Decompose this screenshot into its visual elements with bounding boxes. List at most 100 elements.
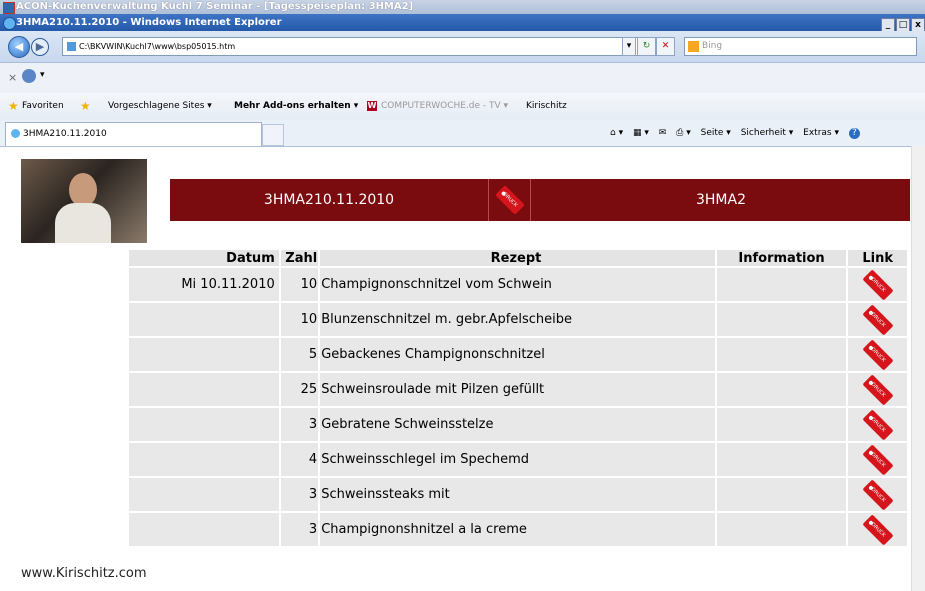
row-datum bbox=[129, 303, 279, 336]
print-tag-icon[interactable]: DRUCK bbox=[862, 268, 894, 301]
address-input[interactable]: C:\BKVWIN\Kuchl7\www\bsp05015.htm bbox=[62, 37, 664, 56]
print-tag-icon[interactable]: DRUCK bbox=[862, 373, 894, 406]
feeds-icon[interactable]: ▦ ▾ bbox=[633, 128, 649, 138]
table-row: Mi 10.11.2010 10 Champignonschnitzel vom S… bbox=[129, 268, 907, 301]
search-input[interactable]: Bing bbox=[684, 37, 917, 56]
print-tag-icon[interactable]: DRUCK bbox=[862, 408, 894, 441]
command-bar: ⌂ ▾ ▦ ▾ ✉ ⎙ ▾ Seite ▾ Sicherheit ▾ Extra… bbox=[610, 120, 867, 146]
close-toolbar-icon[interactable]: × bbox=[8, 71, 17, 84]
extras-menu[interactable]: Extras ▾ bbox=[803, 128, 839, 138]
refresh-button[interactable]: ↻ bbox=[637, 37, 656, 56]
back-button[interactable]: ◀ bbox=[8, 36, 30, 58]
row-datum bbox=[129, 338, 279, 371]
mail-icon[interactable]: ✉ bbox=[659, 128, 667, 138]
row-zahl: 25 bbox=[280, 373, 319, 406]
row-zahl: 3 bbox=[280, 408, 319, 441]
kirischitz-link[interactable]: Kirischitz bbox=[526, 93, 567, 120]
get-addons-link[interactable]: Mehr Add-ons erhalten ▾ bbox=[234, 93, 358, 120]
table-row: 3 Schweinssteaks mit DRUCK bbox=[129, 478, 907, 511]
row-information bbox=[716, 408, 847, 441]
plan-title: 3HMA210.11.2010 bbox=[263, 192, 395, 208]
vertical-scrollbar[interactable] bbox=[911, 146, 925, 591]
table-row: 3 Gebratene Schweinsstelze DRUCK bbox=[129, 408, 907, 441]
ie-tab-icon bbox=[11, 129, 20, 138]
print-tag-icon[interactable]: DRUCK bbox=[862, 338, 894, 371]
row-link-cell: DRUCK bbox=[848, 478, 907, 511]
row-rezept: Champignonschnitzel vom Schwein bbox=[320, 268, 715, 301]
stop-button[interactable]: ✕ bbox=[656, 37, 675, 56]
row-information bbox=[716, 373, 847, 406]
row-zahl: 4 bbox=[280, 443, 319, 476]
row-information bbox=[716, 513, 847, 546]
row-rezept: Schweinsroulade mit Pilzen gefüllt bbox=[320, 373, 715, 406]
table-row: 3 Champignonshnitzel a la creme DRUCK bbox=[129, 513, 907, 546]
chevron-down-icon[interactable]: ▾ bbox=[40, 70, 45, 80]
col-header-zahl: Zahl bbox=[280, 250, 319, 266]
print-tag-icon[interactable]: DRUCK bbox=[862, 303, 894, 336]
row-rezept: Blunzenschnitzel m. gebr.Apfelscheibe bbox=[320, 303, 715, 336]
row-rezept: Champignonshnitzel a la creme bbox=[320, 513, 715, 546]
row-rezept: Schweinssteaks mit bbox=[320, 478, 715, 511]
favorites-bar: ★ Favoriten ★ Vorgeschlagene Sites ▾ Meh… bbox=[0, 93, 925, 121]
maximize-button[interactable]: □ bbox=[896, 18, 910, 32]
chef-photo bbox=[21, 159, 147, 243]
row-information bbox=[716, 443, 847, 476]
col-header-datum: Datum bbox=[129, 250, 279, 266]
table-row: 4 Schweinsschlegel im Spechemd DRUCK bbox=[129, 443, 907, 476]
minimize-button[interactable]: _ bbox=[881, 18, 895, 32]
print-icon[interactable]: ⎙ ▾ bbox=[676, 128, 691, 138]
row-datum bbox=[129, 513, 279, 546]
security-menu[interactable]: Sicherheit ▾ bbox=[741, 128, 794, 138]
row-link-cell: DRUCK bbox=[848, 443, 907, 476]
class-label: 3HMA2 bbox=[530, 179, 911, 221]
window-title: 3HMA210.11.2010 - Windows Internet Explo… bbox=[16, 17, 282, 28]
table-row: 5 Gebackenes Champignonschnitzel DRUCK bbox=[129, 338, 907, 371]
row-link-cell: DRUCK bbox=[848, 338, 907, 371]
home-icon[interactable]: ⌂ ▾ bbox=[610, 128, 623, 138]
bing-icon bbox=[688, 41, 699, 52]
row-zahl: 10 bbox=[280, 303, 319, 336]
row-link-cell: DRUCK bbox=[848, 408, 907, 441]
page-menu[interactable]: Seite ▾ bbox=[701, 128, 731, 138]
close-button[interactable]: x bbox=[911, 18, 925, 32]
suggested-sites-link[interactable]: Vorgeschlagene Sites ▾ bbox=[108, 93, 212, 120]
add-favorite-icon[interactable]: ★ bbox=[80, 93, 91, 120]
row-rezept: Schweinsschlegel im Spechemd bbox=[320, 443, 715, 476]
header-tag-icon[interactable]: DRUCK bbox=[488, 179, 531, 221]
print-tag-icon[interactable]: DRUCK bbox=[862, 478, 894, 511]
row-datum: Mi 10.11.2010 bbox=[129, 268, 279, 301]
ie-title-bar: 3HMA210.11.2010 - Windows Internet Explo… bbox=[0, 14, 925, 32]
row-zahl: 10 bbox=[280, 268, 319, 301]
table-row: 10 Blunzenschnitzel m. gebr.Apfelscheibe D… bbox=[129, 303, 907, 336]
app-title: ACON-Küchenverwaltung Kuchl 7 Seminar - … bbox=[16, 1, 414, 12]
row-link-cell: DRUCK bbox=[848, 268, 907, 301]
header-banner: 3HMA210.11.2010 DRUCK 3HMA2 bbox=[170, 179, 910, 221]
computerwoche-icon: W bbox=[367, 101, 377, 111]
tab-active[interactable]: 3HMA210.11.2010 bbox=[5, 122, 262, 146]
computerwoche-link[interactable]: COMPUTERWOCHE.de - TV ▾ bbox=[381, 93, 508, 120]
toolbar-row: × ▾ bbox=[0, 63, 925, 94]
favorites-button[interactable]: Favoriten bbox=[22, 93, 64, 120]
favorites-star-icon: ★ bbox=[8, 99, 19, 113]
row-datum bbox=[129, 443, 279, 476]
row-zahl: 3 bbox=[280, 478, 319, 511]
settings-gear-icon[interactable] bbox=[22, 69, 36, 83]
table-header-row: Datum Zahl Rezept Information Link bbox=[129, 250, 907, 266]
help-icon[interactable]: ? bbox=[848, 128, 860, 139]
app-icon bbox=[3, 2, 15, 14]
row-datum bbox=[129, 408, 279, 441]
app-title-bar: ACON-Küchenverwaltung Kuchl 7 Seminar - … bbox=[0, 0, 925, 14]
page-icon bbox=[67, 42, 76, 51]
col-header-rezept: Rezept bbox=[320, 250, 715, 266]
forward-button[interactable]: ▶ bbox=[31, 38, 49, 56]
footer-text: www.Kirischitz.com bbox=[21, 566, 147, 581]
print-tag-icon[interactable]: DRUCK bbox=[862, 443, 894, 476]
tab-bar: 3HMA210.11.2010 ⌂ ▾ ▦ ▾ ✉ ⎙ ▾ Seite ▾ Si… bbox=[0, 120, 925, 147]
row-rezept: Gebratene Schweinsstelze bbox=[320, 408, 715, 441]
new-tab-button[interactable] bbox=[262, 124, 284, 146]
print-tag-icon[interactable]: DRUCK bbox=[862, 513, 894, 546]
address-dropdown-button[interactable]: ▾ bbox=[622, 37, 636, 56]
row-information bbox=[716, 303, 847, 336]
row-datum bbox=[129, 478, 279, 511]
row-link-cell: DRUCK bbox=[848, 513, 907, 546]
